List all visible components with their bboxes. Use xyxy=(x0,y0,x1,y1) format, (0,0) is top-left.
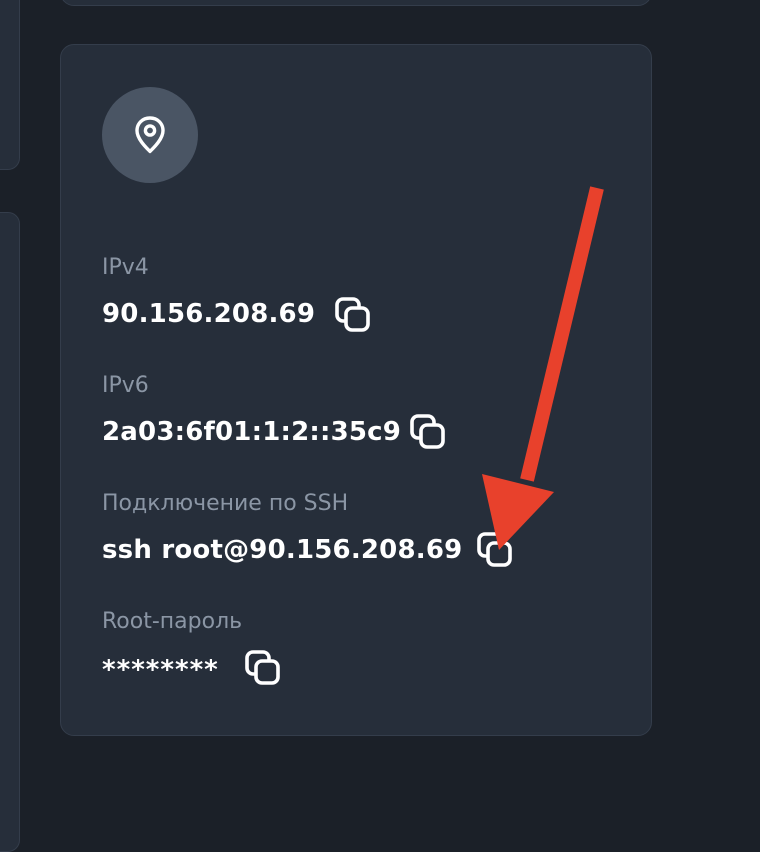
copy-root-password-button[interactable] xyxy=(243,648,283,688)
root-password-label: Root-пароль xyxy=(102,609,243,634)
location-pin-icon xyxy=(135,116,165,154)
copy-icon xyxy=(477,532,512,567)
ssh-value: ssh root@90.156.208.69 xyxy=(102,535,463,565)
copy-ipv4-button[interactable] xyxy=(333,295,373,335)
ipv4-value: 90.156.208.69 xyxy=(102,299,316,329)
server-access-card: IPv4 90.156.208.69 IPv6 2a03:6f01:1:2::3… xyxy=(60,44,652,736)
ipv4-label: IPv4 xyxy=(102,255,149,280)
copy-ipv6-button[interactable] xyxy=(408,412,448,452)
ipv6-value: 2a03:6f01:1:2::35c9 xyxy=(102,417,402,447)
copy-icon xyxy=(335,297,370,332)
previous-card xyxy=(60,0,652,6)
copy-icon xyxy=(245,650,280,685)
location-icon-badge xyxy=(102,87,198,183)
copy-icon xyxy=(410,414,445,449)
side-panel-bottom xyxy=(0,212,20,852)
ssh-label: Подключение по SSH xyxy=(102,491,349,516)
root-password-value: ******** xyxy=(102,655,219,685)
copy-ssh-button[interactable] xyxy=(475,530,515,570)
side-panel-top xyxy=(0,0,20,170)
ipv6-label: IPv6 xyxy=(102,373,149,398)
